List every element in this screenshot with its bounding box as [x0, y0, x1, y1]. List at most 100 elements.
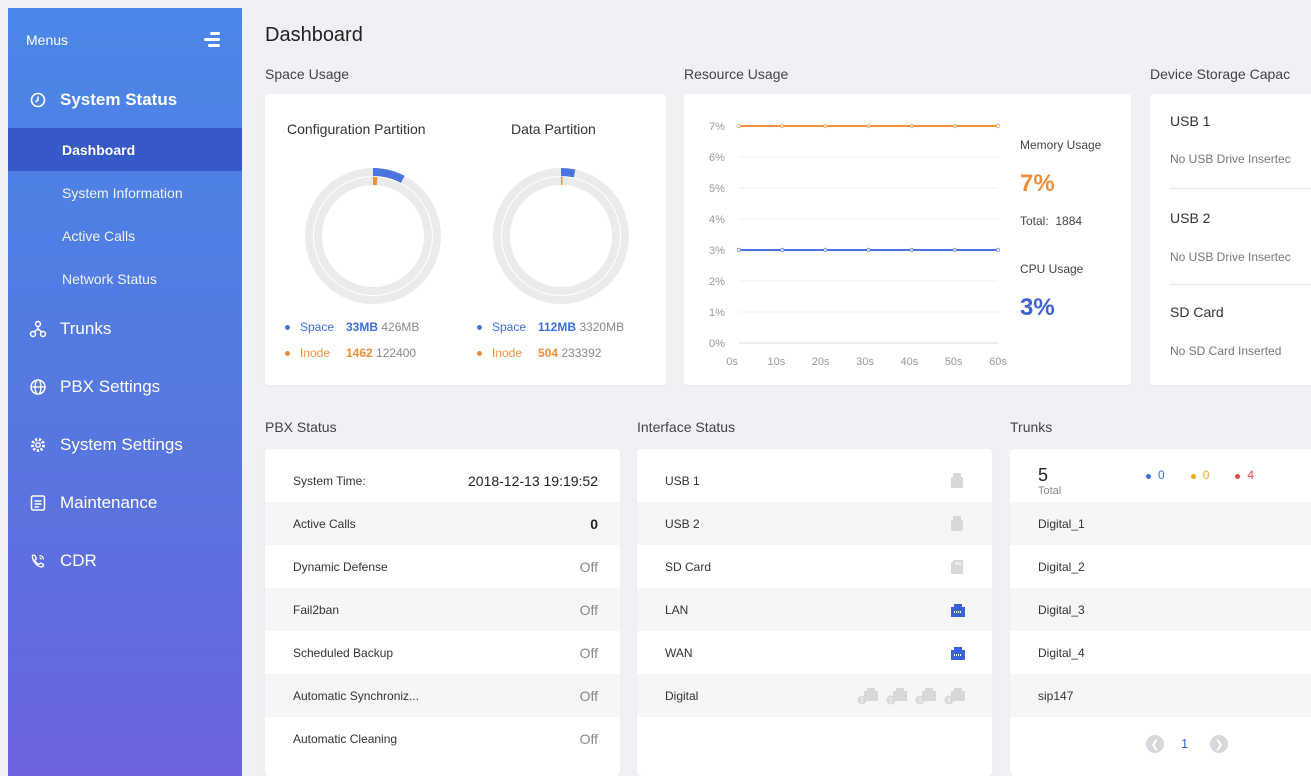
digital-ports: 1 2 3 4 — [857, 687, 968, 705]
device-storage-heading: Device Storage Capac — [1150, 66, 1291, 82]
storage-usb2-name: USB 2 — [1170, 210, 1211, 226]
trunk-name: Digital_3 — [1038, 602, 1085, 617]
pbx-value: 2018-12-13 19:19:52 — [468, 472, 598, 489]
interface-name: USB 1 — [665, 473, 700, 488]
trunk-name: Digital_1 — [1038, 516, 1085, 531]
chart-y-tick-label: 2% — [709, 276, 725, 288]
pbx-row-active-calls: Active Calls 0 — [265, 502, 620, 545]
memory-usage-value: 7% — [1020, 170, 1055, 197]
resource-usage-card: 0% 1% 2% 3% 4% 5% 6% 7% 0s 10s 20s 30s 40s 50s 60s Mem… — [684, 94, 1131, 385]
nav-system-settings[interactable]: System Settings — [8, 416, 242, 474]
digital-port-number: 2 — [889, 697, 893, 704]
trunk-row[interactable]: sip147 — [1010, 674, 1311, 717]
pbx-row-automatic-cleaning: Automatic Cleaning Off — [265, 717, 620, 760]
cpu-usage-label: CPU Usage — [1020, 262, 1084, 276]
digital-port-number: 4 — [947, 697, 951, 704]
chart-x-tick-label: 60s — [989, 356, 1007, 368]
nav-cdr-label: CDR — [60, 551, 97, 570]
data-partition-title: Data Partition — [511, 121, 596, 137]
pbx-row-scheduled-backup: Scheduled Backup Off — [265, 631, 620, 674]
chart-point — [823, 247, 828, 253]
pbx-status-heading: PBX Status — [265, 419, 337, 435]
status-dot — [1190, 474, 1196, 479]
pbx-key: Automatic Cleaning — [293, 731, 398, 746]
chart-point — [823, 123, 828, 129]
storage-usb1-name: USB 1 — [1170, 113, 1211, 129]
status-count-value: 0 — [1202, 468, 1210, 482]
interface-row-usb2: USB 2 — [637, 502, 992, 545]
memory-total: Total: 1884 — [1020, 214, 1082, 228]
data-space-legend: Space 112MB 3320MB — [477, 320, 624, 334]
trunk-row[interactable]: Digital_4 — [1010, 631, 1311, 674]
nav-system-information[interactable]: System Information — [8, 171, 242, 214]
interface-row-lan: LAN — [637, 588, 992, 631]
status-count-value: 0 — [1158, 468, 1165, 482]
pbx-row-automatic-sync: Automatic Synchroniz... Off — [265, 674, 620, 717]
nav-system-status-label: System Status — [60, 90, 178, 109]
space-dot — [285, 324, 290, 330]
current-page[interactable]: 1 — [1181, 736, 1188, 751]
data-inode-total: 233392 — [561, 346, 602, 360]
nav-pbx-settings[interactable]: PBX Settings — [8, 358, 242, 416]
memory-usage-label: Memory Usage — [1020, 138, 1102, 152]
nav-active-calls[interactable]: Active Calls — [8, 214, 242, 257]
config-partition-donut — [305, 168, 441, 304]
next-page-button[interactable]: ❯ — [1210, 735, 1228, 753]
menus-label: Menus — [26, 32, 69, 48]
trunk-status-count: 0 — [1190, 468, 1210, 482]
space-dot — [477, 324, 482, 330]
pbx-key: Scheduled Backup — [293, 645, 394, 660]
config-space-legend: Space 33MB 426MB — [285, 320, 419, 334]
usb-icon — [951, 515, 963, 531]
globe-icon — [30, 379, 46, 395]
chart-x-tick-label: 40s — [900, 356, 918, 368]
total-value: 1884 — [1055, 214, 1083, 228]
interface-row-usb1: USB 1 — [637, 459, 992, 502]
interface-row-wan: WAN — [637, 631, 992, 674]
interface-name: SD Card — [665, 559, 712, 574]
chart-point — [866, 123, 871, 129]
divider — [1170, 284, 1311, 285]
nav-dashboard[interactable]: Dashboard — [8, 128, 242, 171]
trunk-status-count: 0 — [1146, 468, 1165, 482]
pbx-value: 0 — [590, 515, 598, 532]
trunk-status-count: 4 — [1235, 468, 1254, 482]
chart-x-tick-label: 20s — [812, 356, 830, 368]
chart-y-tick-label: 4% — [709, 214, 725, 226]
chart-point — [995, 123, 1001, 129]
pbx-value: Off — [579, 558, 598, 575]
nav-network-status[interactable]: Network Status — [8, 257, 242, 300]
ethernet-port-icon — [951, 603, 965, 617]
trunks-card: 5 Total 0 0 4 Digital_1 Digital_2 Digita… — [1010, 449, 1311, 776]
pbx-key: Active Calls — [293, 516, 356, 531]
menus-header: Menus — [8, 8, 242, 72]
prev-page-button[interactable]: ❮ — [1146, 735, 1164, 753]
status-dot — [1146, 474, 1151, 479]
nav-trunks[interactable]: Trunks — [8, 300, 242, 358]
nav-cdr[interactable]: CDR — [8, 532, 242, 590]
interface-name: WAN — [665, 645, 693, 660]
status-count-value: 4 — [1247, 468, 1255, 482]
pbx-key: Fail2ban — [293, 602, 340, 617]
page-title: Dashboard — [265, 24, 363, 46]
interface-row-sd-card: SD Card — [637, 545, 992, 588]
pbx-value: Off — [579, 644, 598, 661]
trunk-row[interactable]: Digital_1 — [1010, 502, 1311, 545]
nav-system-status[interactable]: System Status — [8, 72, 242, 128]
cpu-usage-value: 3% — [1020, 294, 1055, 321]
chart-x-tick-label: 50s — [945, 356, 963, 368]
config-space-total: 426MB — [381, 320, 420, 334]
chart-point — [779, 123, 785, 129]
collapse-menu-icon[interactable] — [200, 32, 220, 48]
pbx-key: Automatic Synchroniz... — [293, 688, 420, 703]
chart-y-tick-label: 6% — [709, 152, 725, 164]
nav-maintenance[interactable]: Maintenance — [8, 474, 242, 532]
digital-port-icon: 3 — [915, 687, 936, 704]
trunk-row[interactable]: Digital_2 — [1010, 545, 1311, 588]
device-storage-card: USB 1 No USB Drive Insertec USB 2 No USB… — [1150, 94, 1311, 385]
interface-name: LAN — [665, 602, 689, 617]
digital-port-icon: 4 — [944, 687, 965, 704]
trunk-row[interactable]: Digital_3 — [1010, 588, 1311, 631]
pbx-value: Off — [579, 601, 598, 618]
chart-point — [779, 247, 785, 253]
